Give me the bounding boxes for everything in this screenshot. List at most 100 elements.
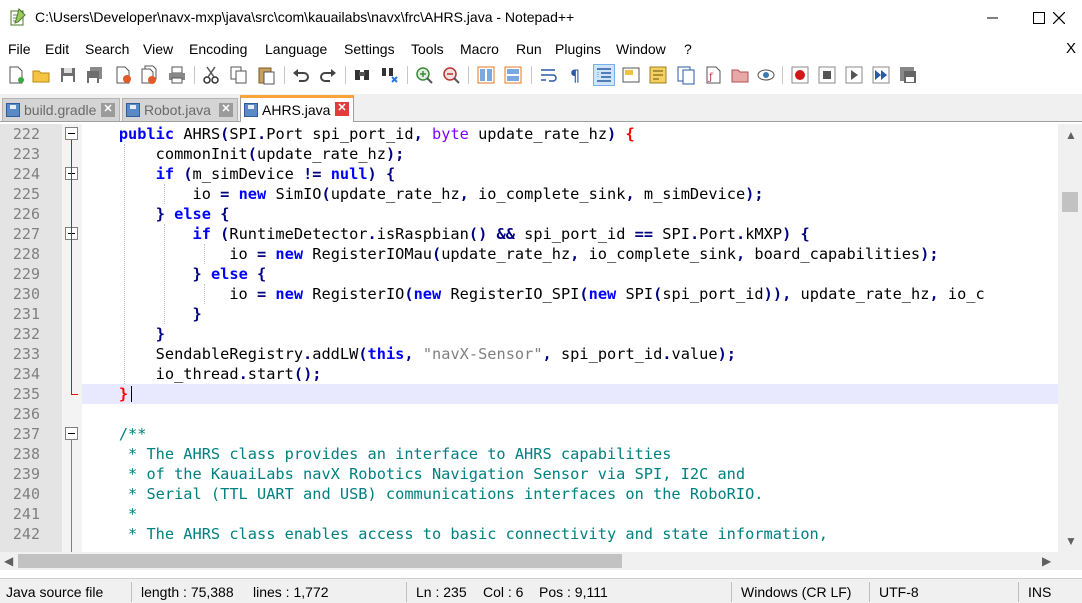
vertical-scrollbar-thumb[interactable] [1062, 192, 1078, 212]
run-macro-multiple-icon[interactable] [871, 65, 891, 85]
record-macro-icon[interactable] [790, 65, 810, 85]
code-line[interactable]: * of the KauaiLabs navX Robotics Navigat… [82, 464, 1058, 484]
folder-icon[interactable] [730, 65, 750, 85]
close-file-icon[interactable] [113, 65, 133, 85]
horizontal-scrollbar[interactable]: ◀ ▶ [0, 552, 1082, 570]
code-line[interactable]: * The AHRS class provides an interface t… [82, 444, 1058, 464]
tab-ahrs-java[interactable]: AHRS.java ✕ [240, 95, 354, 122]
tab-build-gradle[interactable]: build.gradle ✕ [2, 98, 120, 121]
stop-macro-icon[interactable] [817, 65, 837, 85]
menu-language[interactable]: Language [265, 41, 327, 57]
user-defined-language-icon[interactable] [621, 65, 641, 85]
menu-edit[interactable]: Edit [45, 41, 69, 57]
indent-guide-icon[interactable] [593, 64, 615, 86]
menu-settings[interactable]: Settings [344, 41, 395, 57]
encoding-status[interactable]: UTF-8 [879, 584, 919, 600]
code-editor[interactable]: 222 223 224 225 226 227 228 229 230 231 232 233 234 2… [0, 124, 1082, 552]
document-map-icon[interactable] [648, 65, 668, 85]
word-wrap-icon[interactable] [539, 65, 559, 85]
find-icon[interactable] [352, 65, 372, 85]
vertical-scrollbar[interactable]: ▲ ▼ [1058, 124, 1082, 552]
fold-range-line [71, 440, 72, 552]
redo-icon[interactable] [318, 65, 338, 85]
close-all-icon[interactable] [139, 65, 159, 85]
code-line[interactable]: commonInit(update_rate_hz); [82, 144, 1058, 164]
save-icon[interactable] [58, 65, 78, 85]
scroll-down-icon[interactable]: ▼ [1065, 534, 1077, 548]
print-icon[interactable] [167, 65, 187, 85]
code-line[interactable]: } [82, 324, 1058, 344]
save-all-icon[interactable] [85, 65, 105, 85]
menu-window[interactable]: Window [616, 41, 666, 57]
line-number: 236 [12, 405, 40, 423]
code-line[interactable]: io = new SimIO(update_rate_hz, io_comple… [82, 184, 1058, 204]
editor-text-area[interactable]: public AHRS(SPI.Port spi_port_id, byte u… [82, 124, 1058, 552]
show-all-characters-icon[interactable]: ¶ [566, 65, 586, 85]
copy-icon[interactable] [229, 65, 249, 85]
code-line[interactable]: } [82, 304, 1058, 324]
code-line[interactable]: public AHRS(SPI.Port spi_port_id, byte u… [82, 124, 1058, 144]
menu-help[interactable]: ? [684, 41, 692, 57]
code-line[interactable]: if (m_simDevice != null) { [82, 164, 1058, 184]
code-line[interactable]: } else { [82, 204, 1058, 224]
menu-search[interactable]: Search [85, 41, 129, 57]
menu-encoding[interactable]: Encoding [189, 41, 247, 57]
line-number: 239 [12, 465, 40, 483]
new-file-icon[interactable] [6, 65, 26, 85]
scroll-right-icon[interactable]: ▶ [1042, 554, 1051, 568]
play-macro-icon[interactable] [844, 65, 864, 85]
line-number: 233 [12, 345, 40, 363]
tab-close-icon[interactable]: ✕ [335, 102, 349, 116]
insert-mode-status[interactable]: INS [1028, 584, 1051, 600]
open-file-icon[interactable] [31, 65, 51, 85]
sync-vertical-icon[interactable] [476, 65, 496, 85]
menu-file[interactable]: File [8, 41, 31, 57]
tab-close-icon[interactable]: ✕ [219, 103, 233, 117]
zoom-in-icon[interactable] [414, 65, 434, 85]
close-window-button[interactable] [1036, 0, 1082, 36]
save-macro-icon[interactable] [898, 65, 918, 85]
function-list-icon[interactable] [676, 65, 696, 85]
menu-tools[interactable]: Tools [411, 41, 444, 57]
menu-macro[interactable]: Macro [460, 41, 499, 57]
code-line[interactable]: io = new RegisterIO(new RegisterIO_SPI(n… [82, 284, 1058, 304]
line-number: 222 [12, 125, 40, 143]
code-line[interactable]: } [82, 384, 1058, 404]
code-line[interactable]: * The AHRS class enables access to basic… [82, 524, 1058, 544]
column-position-status: Col : 6 [483, 584, 524, 600]
zoom-out-icon[interactable] [441, 65, 461, 85]
code-line[interactable]: * Serial (TTL UART and USB) communicatio… [82, 484, 1058, 504]
eol-status[interactable]: Windows (CR LF) [741, 584, 851, 600]
cut-icon[interactable] [201, 65, 221, 85]
line-number: 227 [12, 225, 40, 243]
code-line[interactable]: if (RuntimeDetector.isRaspbian() && spi_… [82, 224, 1058, 244]
code-line[interactable]: io_thread.start(); [82, 364, 1058, 384]
paste-icon[interactable] [256, 65, 276, 85]
folder-as-workspace-icon[interactable]: ƒ [703, 65, 723, 85]
menu-plugins[interactable]: Plugins [555, 41, 601, 57]
monitoring-icon[interactable] [756, 65, 776, 85]
fold-toggle-icon[interactable] [65, 427, 78, 440]
menu-run[interactable]: Run [516, 41, 542, 57]
replace-icon[interactable] [380, 65, 400, 85]
line-number: 226 [12, 205, 40, 223]
sync-horizontal-icon[interactable] [503, 65, 523, 85]
line-number: 231 [12, 305, 40, 323]
code-line[interactable]: io = new RegisterIOMau(update_rate_hz, i… [82, 244, 1058, 264]
close-document-button[interactable]: X [1066, 40, 1076, 57]
menu-view[interactable]: View [143, 41, 173, 57]
horizontal-scrollbar-thumb[interactable] [18, 554, 622, 568]
fold-margin[interactable] [62, 124, 82, 552]
code-line[interactable]: SendableRegistry.addLW(this, "navX-Senso… [82, 344, 1058, 364]
fold-toggle-icon[interactable] [65, 127, 78, 140]
undo-icon[interactable] [291, 65, 311, 85]
tab-robot-java[interactable]: Robot.java ✕ [122, 98, 238, 121]
code-line[interactable]: * [82, 504, 1058, 524]
code-line[interactable]: } else { [82, 264, 1058, 284]
code-line[interactable]: /** [82, 424, 1058, 444]
tab-close-icon[interactable]: ✕ [101, 103, 115, 117]
line-number: 238 [12, 445, 40, 463]
code-line[interactable] [82, 404, 1058, 424]
scroll-up-icon[interactable]: ▲ [1065, 128, 1077, 142]
scroll-left-icon[interactable]: ◀ [4, 554, 13, 568]
